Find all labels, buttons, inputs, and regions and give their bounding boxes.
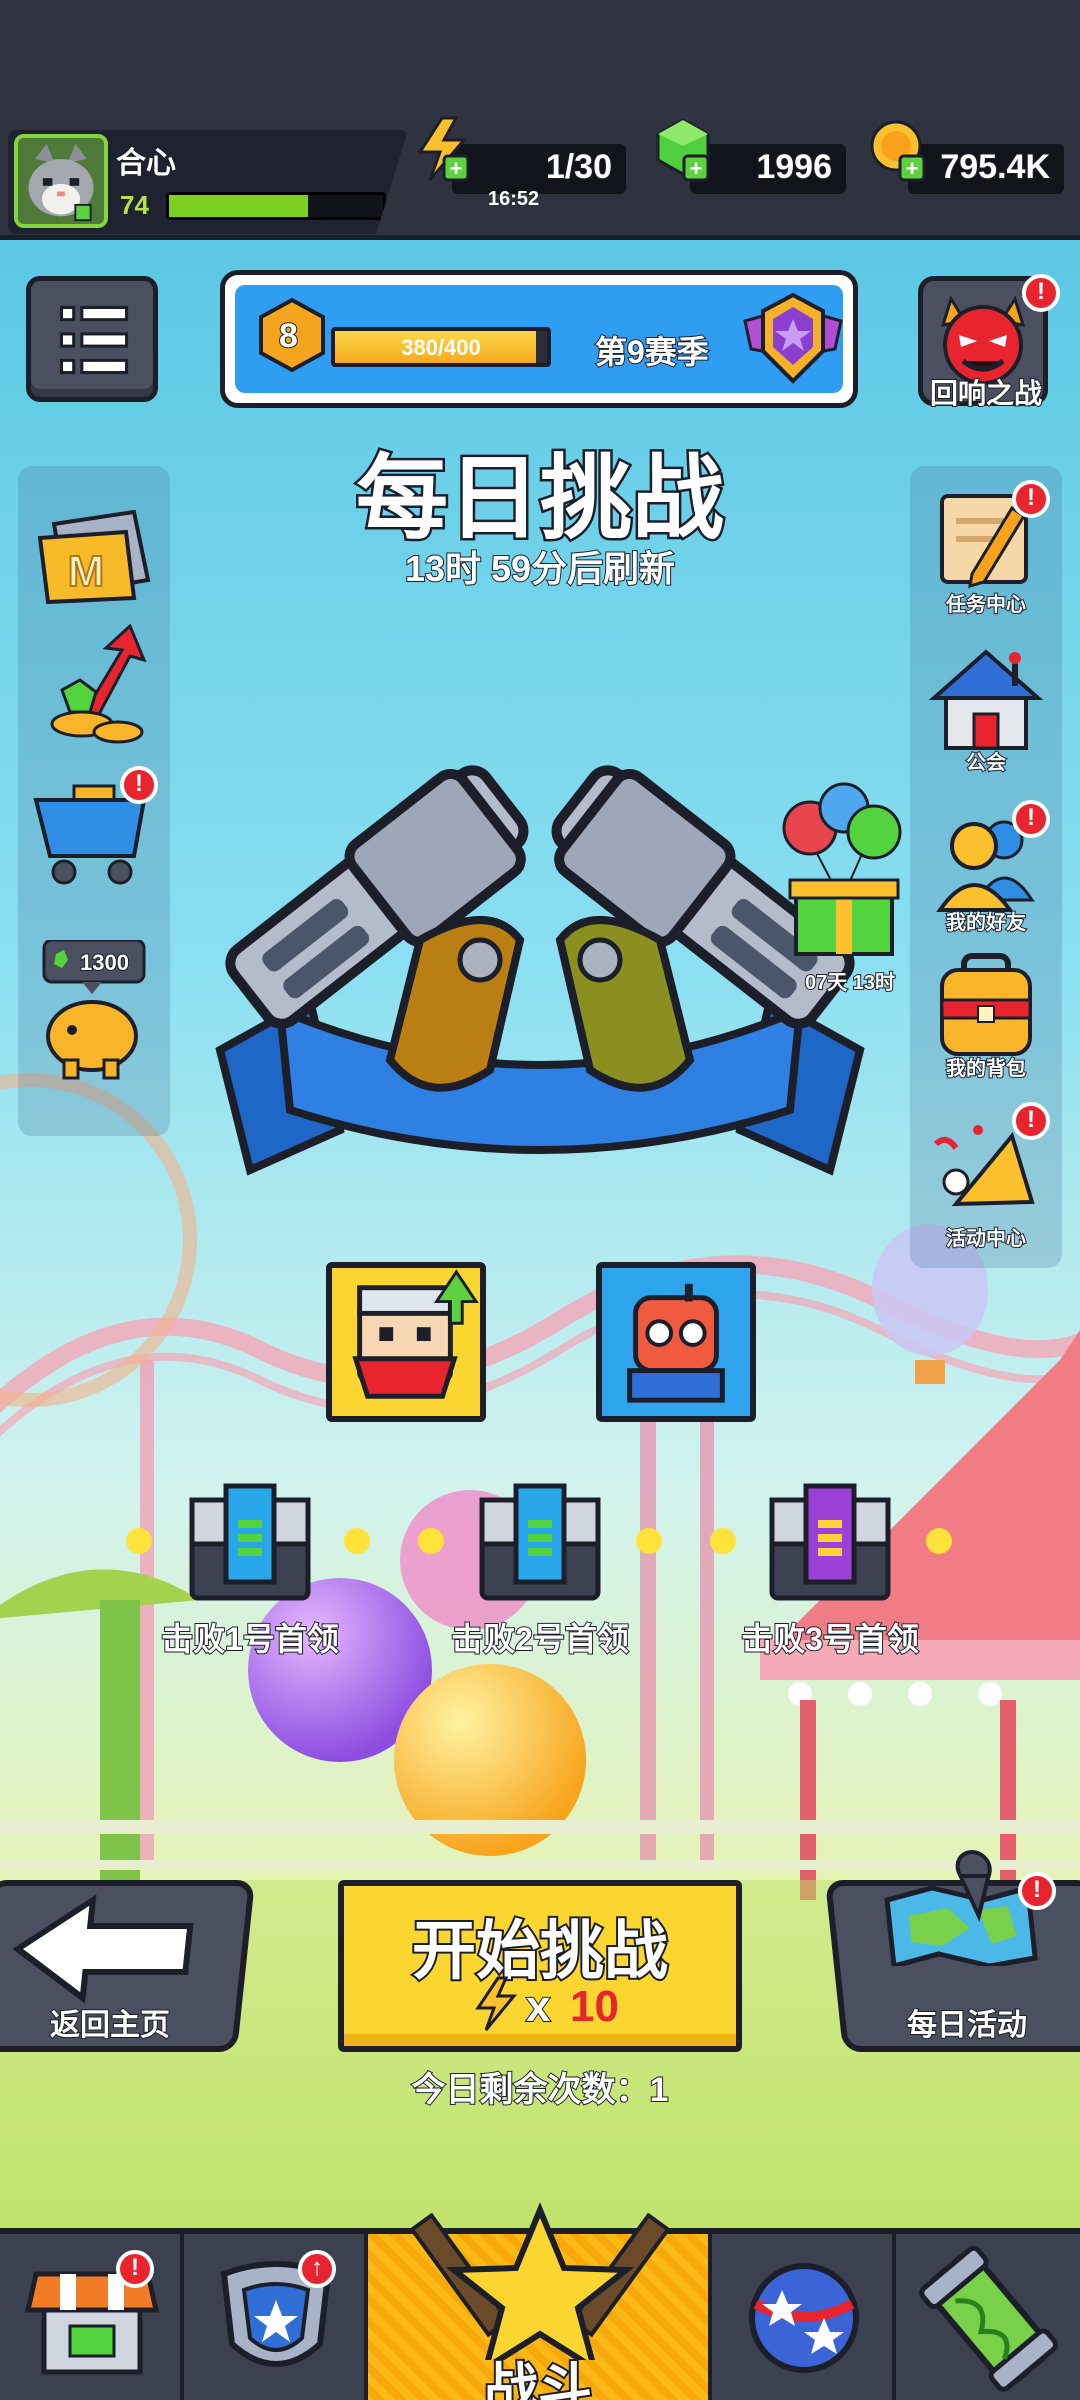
- guild-label: 公会: [965, 751, 1007, 775]
- energy-counter[interactable]: 1/30: [452, 144, 626, 194]
- avatar[interactable]: [14, 134, 108, 228]
- season-level: 8: [278, 316, 299, 356]
- xp-bar-fill: [169, 195, 309, 217]
- echo-battle-label: 回响之战: [929, 377, 1043, 410]
- shop-stall-icon: [24, 2271, 160, 2375]
- gem-icon[interactable]: +: [650, 116, 716, 182]
- growth-arrow-gems-icon: [50, 623, 147, 744]
- piggy-bank-button[interactable]: 1300: [26, 938, 166, 1080]
- boss-card-2[interactable]: [596, 1262, 756, 1422]
- echo-battle-badge: !: [1022, 274, 1060, 312]
- menu-button[interactable]: [26, 276, 158, 402]
- progress-dot: [926, 1528, 952, 1554]
- backpack-icon: [940, 953, 1032, 1056]
- progress-dot: [636, 1528, 662, 1554]
- progress-dot: [344, 1528, 370, 1554]
- reward-chest-3[interactable]: [766, 1480, 894, 1604]
- refresh-countdown: 13时 59分后刷新: [404, 547, 676, 590]
- guild-house-icon: [928, 649, 1044, 750]
- reward-chest-2[interactable]: [476, 1480, 604, 1604]
- progress-dot: [710, 1528, 736, 1554]
- reward-label-1: 击败1号首领: [160, 1620, 340, 1658]
- coin-value: 795.4K: [939, 147, 1051, 187]
- season-pass-inner: 380/400 8 第9赛季: [235, 285, 843, 393]
- svg-text:+: +: [450, 156, 463, 181]
- progress-dot: [418, 1528, 444, 1554]
- season-progress-bar: 380/400: [331, 327, 551, 367]
- start-challenge-button[interactable]: 开始挑战 x 10: [338, 1880, 742, 2052]
- daily-activity-badge: !: [1018, 1872, 1056, 1910]
- daily-activity-label: 每日活动: [906, 2008, 1028, 2043]
- top-header: 合心 74 1/30 + 16:52 1996 + 795.4K +: [0, 116, 1080, 240]
- svg-text:+: +: [906, 156, 919, 181]
- tab-equipment-badge: ↑: [298, 2250, 336, 2288]
- dna-capsule-icon: [919, 2245, 1059, 2392]
- friends-label: 我的好友: [945, 911, 1027, 935]
- boss-card-1[interactable]: [326, 1262, 486, 1422]
- purple-chest-icon: [769, 1483, 891, 1601]
- tab-shop[interactable]: [0, 2234, 184, 2400]
- start-challenge-label: 开始挑战: [410, 1913, 670, 1989]
- gift-offer-button[interactable]: [780, 780, 910, 970]
- shield-icon: [220, 2261, 332, 2367]
- activity-center-label: 活动中心: [945, 1227, 1027, 1251]
- reward-label-3: 击败3号首领: [740, 1620, 920, 1658]
- progress-dot: [126, 1528, 152, 1554]
- season-rank-badge-icon: [743, 292, 843, 384]
- back-arrow-icon: [12, 1894, 194, 2004]
- reward-chest-1[interactable]: [186, 1480, 314, 1604]
- task-center-label: 任务中心: [945, 593, 1027, 617]
- cost-prefix: x: [525, 1981, 552, 2032]
- friends-badge: !: [1012, 800, 1050, 838]
- xp-bar: [166, 192, 386, 220]
- page-title: 每日挑战: [353, 446, 726, 553]
- gift-offer-timer: 07天 13时: [804, 971, 896, 995]
- tab-battle[interactable]: 战斗: [368, 2202, 712, 2400]
- star-ball-icon: [749, 2263, 859, 2373]
- blue-chest-icon: [479, 1483, 601, 1601]
- gift-balloons-icon: [782, 782, 902, 956]
- shop-cart-badge: !: [120, 766, 158, 804]
- player-profile[interactable]: 合心 74: [8, 130, 408, 234]
- player-level: 74: [120, 190, 149, 220]
- energy-bolt-icon[interactable]: +: [412, 116, 478, 182]
- remaining-attempts: 今日剩余次数：1: [411, 2070, 670, 2110]
- gem-value: 1996: [755, 147, 833, 187]
- energy-timer: 16:52: [488, 188, 540, 210]
- tab-evolution[interactable]: [896, 2234, 1080, 2400]
- piggy-bank-price: 1300: [79, 949, 130, 976]
- blue-chest-icon: [189, 1483, 311, 1601]
- back-home-label: 返回主页: [49, 2008, 171, 2043]
- energy-cost-icon: [475, 1976, 518, 2031]
- energy-value: 1/30: [545, 147, 613, 187]
- status-bar: [0, 0, 1080, 120]
- menu-list-icon: [59, 305, 129, 375]
- boss-bandit-icon: [352, 1269, 479, 1399]
- player-name: 合心: [115, 146, 177, 181]
- tab-battle-label: 战斗: [482, 2357, 594, 2400]
- season-pass-bar[interactable]: 380/400 8 第9赛季: [220, 270, 858, 408]
- energy-cost-value: 10: [570, 1982, 619, 2031]
- season-name: 第9赛季: [594, 333, 710, 371]
- tab-equipment[interactable]: [184, 2234, 368, 2400]
- backpack-label: 我的背包: [945, 1057, 1027, 1081]
- bottom-navigation: ! ↑ 战斗: [0, 2202, 1080, 2400]
- boss-red-robot-icon: [627, 1283, 725, 1403]
- cat-avatar-icon: [18, 138, 104, 224]
- tab-talents[interactable]: [712, 2234, 896, 2400]
- battle-star-icon: [409, 2202, 671, 2360]
- tab-shop-badge: !: [116, 2250, 154, 2288]
- growth-fund-button[interactable]: [26, 620, 166, 760]
- svg-text:+: +: [690, 156, 703, 181]
- reward-label-2: 击败2号首领: [450, 1620, 630, 1658]
- season-progress-text: 380/400: [401, 335, 481, 360]
- coin-icon[interactable]: +: [866, 116, 932, 182]
- activity-center-badge: !: [1012, 1102, 1050, 1140]
